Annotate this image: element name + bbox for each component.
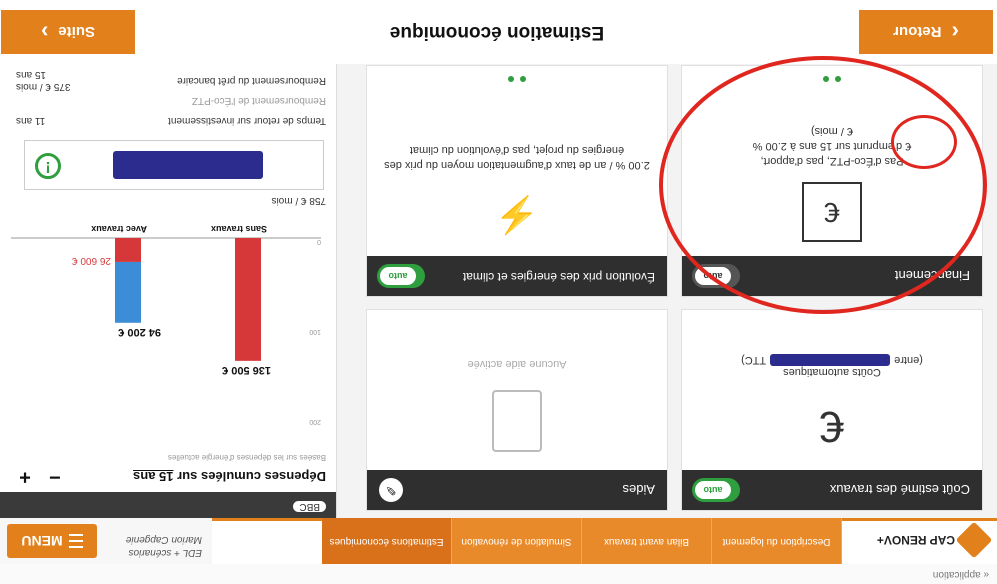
chart-tick-label: 0 <box>317 238 321 245</box>
hamburger-icon <box>68 534 83 548</box>
bank-years: 15 ans <box>16 69 47 80</box>
menu-label: MENU <box>21 533 63 549</box>
chevron-left-icon: ‹ <box>951 20 959 45</box>
weather-energy-icon: ⚡ <box>494 195 540 236</box>
toggle-label: auto <box>380 267 416 285</box>
brand-name: CAP RENOV+ <box>876 533 955 547</box>
step-nav: Description du logement Bilan avant trav… <box>322 518 842 564</box>
back-label: Retour <box>893 23 942 41</box>
expenses-years[interactable]: 15 ans <box>133 469 173 484</box>
back-button[interactable]: ‹ Retour <box>859 10 993 54</box>
logo-icon <box>955 521 993 559</box>
sans-travaux-monthly: 758 € / mois <box>271 195 326 206</box>
check-icon: ! <box>35 153 61 179</box>
pager-dots <box>508 76 526 82</box>
bbc-badge[interactable]: BBC <box>293 501 326 512</box>
expenses-topbar: BBC <box>0 492 336 518</box>
aides-caption: Aucune aide activée <box>467 358 567 370</box>
card-cout-head: Coût estimé des travaux auto <box>682 470 982 510</box>
card-evolution-body: ⚡ 2.00 % / an de taux d'augmentation moy… <box>367 66 667 256</box>
card-cout-body: € Coûts automatiques (entre TTC) <box>682 310 982 470</box>
bar-avec-travaux-stack <box>115 238 141 262</box>
menu-button[interactable]: MENU <box>7 524 97 558</box>
bank-values: 375 € / mois 15 ans <box>16 68 96 92</box>
card-evolution-head: Évolution prix des énergies et climat au… <box>367 256 667 296</box>
bar-value-aux: 26 600 € <box>72 255 111 266</box>
chart-tick-label: 100 <box>309 328 321 335</box>
user-line-2: Marion Capgenie <box>125 534 202 546</box>
page-title: Estimation économique <box>389 22 605 43</box>
minus-button[interactable]: − <box>44 466 66 489</box>
cout-sub3: TTC) <box>741 354 767 366</box>
expenses-panel: BBC Dépenses cumulées sur 15 ans − + Bas… <box>0 64 337 518</box>
pencil-icon[interactable]: ✎ <box>379 478 403 502</box>
step-description[interactable]: Description du logement <box>712 518 842 564</box>
card-aides[interactable]: Aides ✎ Aucune aide activée <box>367 310 667 510</box>
bar-avec-travaux <box>115 261 141 323</box>
card-evolution-title: Évolution prix des énergies et climat <box>462 269 655 284</box>
expenses-subtitle: Basées sur les dépenses d'énergie actuel… <box>167 453 326 462</box>
expenses-title-prefix: Dépenses cumulées sur <box>177 469 326 484</box>
bar-sans-travaux <box>235 238 261 361</box>
navbar: CAP RENOV+ Description du logement Bilan… <box>0 518 997 564</box>
card-aides-title: Aides <box>622 482 655 498</box>
red-annotation-small-circle <box>891 115 957 169</box>
user-line-1: EDL + scénarios <box>128 547 202 558</box>
card-aides-head: Aides ✎ <box>367 470 667 510</box>
top-strip: « application <box>0 564 997 584</box>
ptz-label: Remboursement de l'Éco-PTZ <box>191 95 326 106</box>
roi-label: Temps de retour sur investissement <box>168 115 326 126</box>
dot <box>508 76 514 82</box>
bar-value-avec: 94 200 € <box>118 326 161 338</box>
financing-box: ! <box>24 140 324 190</box>
user-info: EDL + scénarios Marion Capgenie <box>125 533 202 559</box>
step-bilan[interactable]: Bilan avant travaux <box>582 518 712 564</box>
euro-hand-icon: € <box>819 402 845 451</box>
monthly-label: 758 € / mois <box>272 195 326 206</box>
cout-text: Coûts automatiques (entre TTC) <box>682 354 982 378</box>
bar-value-sans: 136 500 € <box>222 364 271 376</box>
user-menu-area: EDL + scénarios Marion Capgenie MENU <box>0 518 212 564</box>
evolution-text: 2.00 % / an de taux d'augmentation moyen… <box>384 144 650 171</box>
redacted-block <box>113 151 263 179</box>
red-annotation-circle <box>659 56 987 314</box>
chart-tick-label: 200 <box>309 418 321 425</box>
expenses-title: Dépenses cumulées sur 15 ans <box>133 469 326 484</box>
next-button[interactable]: Suite › <box>1 10 135 54</box>
expenses-chart: 0 100 200 136 500 € 94 200 € 26 600 € Sans tra… <box>11 224 321 425</box>
category-avec: Avec travaux <box>91 224 147 234</box>
auto-toggle[interactable]: auto <box>377 264 425 288</box>
plus-button[interactable]: + <box>14 466 36 489</box>
step-simulation[interactable]: Simulation de rénovation <box>452 518 582 564</box>
brand[interactable]: CAP RENOV+ <box>847 520 993 560</box>
redacted-range <box>770 354 891 366</box>
category-sans: Sans travaux <box>211 224 267 234</box>
card-aides-body: Aucune aide activée <box>367 310 667 470</box>
chevron-right-icon: › <box>41 20 49 45</box>
auto-toggle[interactable]: auto <box>692 478 740 502</box>
step-estimations[interactable]: Estimations économiques <box>322 518 452 564</box>
roi-value: 11 ans <box>16 115 46 126</box>
toggle-label: auto <box>695 481 731 499</box>
next-label: Suite <box>58 23 96 41</box>
cout-sub1: Coûts automatiques <box>783 366 881 378</box>
cout-sub2: (entre <box>894 354 923 366</box>
bank-monthly: 375 € / mois <box>16 81 71 92</box>
dot <box>520 76 526 82</box>
header-band: Suite › Estimation économique ‹ Retour <box>0 0 997 64</box>
app-hint: « application <box>932 569 989 580</box>
document-icon <box>492 390 542 452</box>
card-evolution[interactable]: Évolution prix des énergies et climat au… <box>367 66 667 296</box>
card-cout[interactable]: Coût estimé des travaux auto € Coûts aut… <box>682 310 982 510</box>
card-cout-title: Coût estimé des travaux <box>829 482 970 498</box>
bank-label: Remboursement du prêt bancaire <box>177 75 326 86</box>
